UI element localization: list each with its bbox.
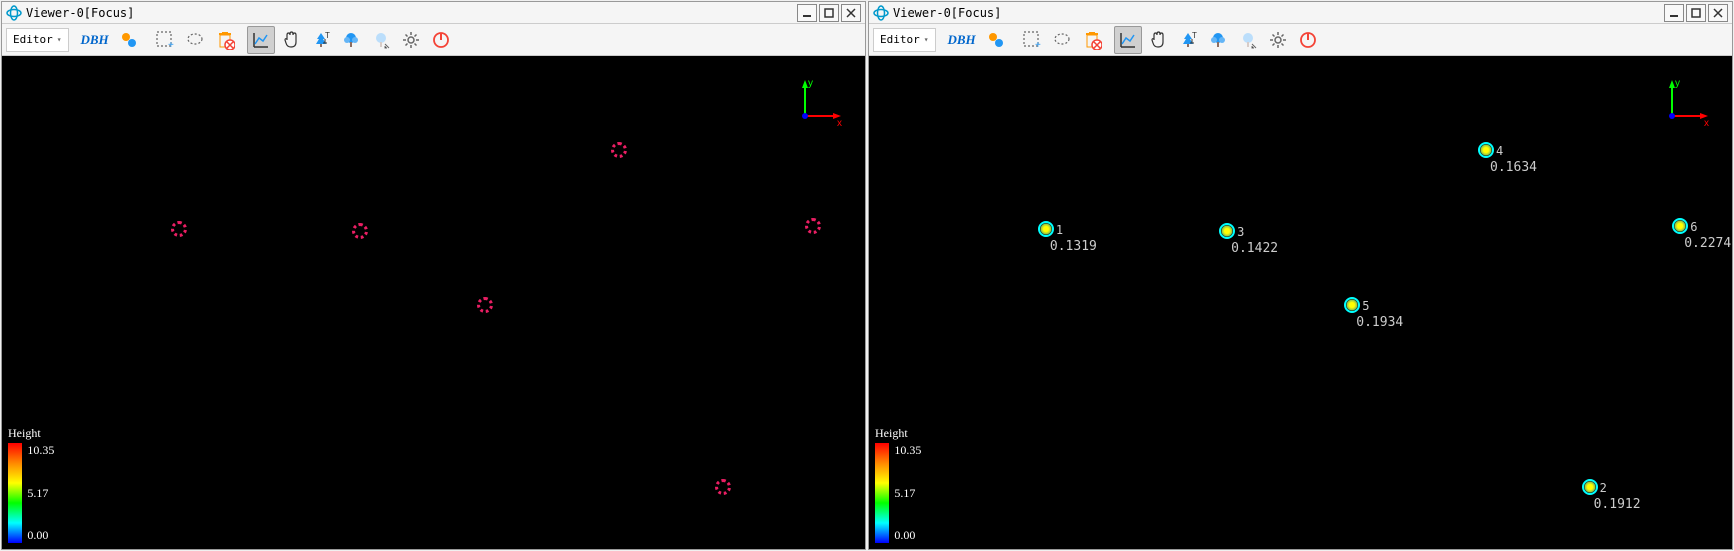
legend-mid: 5.17 [894,486,921,501]
viewer-window: Viewer-0[Focus] Editor DBH + T [868,1,1733,550]
pan-tool[interactable] [1144,26,1172,54]
circles-tool[interactable] [115,26,143,54]
svg-text:x: x [1704,118,1709,126]
point-marker[interactable] [715,479,731,495]
titlebar[interactable]: Viewer-0[Focus] [2,2,865,24]
legend-colorbar [875,443,889,543]
power-button[interactable] [1294,26,1322,54]
height-legend: Height 10.35 5.17 0.00 [875,426,921,543]
minimize-button[interactable] [1664,4,1684,22]
legend-mid: 5.17 [27,486,54,501]
point-marker[interactable] [1478,142,1494,158]
titlebar[interactable]: Viewer-0[Focus] [869,2,1732,24]
point-marker[interactable] [171,221,187,237]
legend-max: 10.35 [27,443,54,458]
point-value: 0.1934 [1356,315,1403,330]
point-marker[interactable] [477,297,493,313]
svg-text:T: T [1192,31,1197,40]
lasso-tool[interactable] [181,26,209,54]
height-legend: Height 10.35 5.17 0.00 [8,426,54,543]
chart-tool[interactable] [247,26,275,54]
delete-tool[interactable] [1078,26,1106,54]
point-marker[interactable] [1038,221,1054,237]
window-title: Viewer-0[Focus] [893,6,1664,20]
close-button[interactable] [841,4,861,22]
settings-button[interactable] [1264,26,1292,54]
legend-max: 10.35 [894,443,921,458]
point-marker[interactable] [1582,479,1598,495]
svg-text:+: + [1035,40,1041,50]
viewer-canvas[interactable]: yx 10.131930.142240.163460.227450.193420… [869,56,1732,549]
svg-text:T: T [325,31,330,40]
tree-export-tool[interactable] [1234,26,1262,54]
svg-text:x: x [837,118,842,126]
editor-dropdown[interactable]: Editor [873,28,936,52]
legend-colorbar [8,443,22,543]
chart-tool[interactable] [1114,26,1142,54]
legend-min: 0.00 [27,528,54,543]
point-marker[interactable] [1672,218,1688,234]
viewer-window: Viewer-0[Focus] Editor DBH + T [1,1,866,550]
point-value: 0.1319 [1050,239,1097,254]
svg-text:+: + [168,40,174,50]
svg-text:y: y [808,78,813,89]
editor-label: Editor [880,33,920,46]
point-value: 0.1634 [1490,160,1537,175]
editor-dropdown[interactable]: Editor [6,28,69,52]
tree-measure-tool[interactable]: T [1174,26,1202,54]
axis-gizmo[interactable]: yx [795,76,845,126]
editor-label: Editor [13,33,53,46]
point-marker[interactable] [611,142,627,158]
viewer-canvas[interactable]: yx Height 10.35 5.17 0.00 [2,56,865,549]
circles-tool[interactable] [982,26,1010,54]
legend-title: Height [875,426,921,441]
tree-measure-tool[interactable]: T [307,26,335,54]
svg-text:y: y [1675,78,1680,89]
point-marker[interactable] [352,223,368,239]
tree-tool[interactable] [1204,26,1232,54]
point-value: 0.1912 [1594,497,1641,512]
point-id: 2 [1600,481,1607,495]
legend-title: Height [8,426,54,441]
add-box-tool[interactable]: + [151,26,179,54]
tree-tool[interactable] [337,26,365,54]
close-button[interactable] [1708,4,1728,22]
app-icon [6,5,22,21]
dbh-button[interactable]: DBH [77,26,113,54]
point-id: 3 [1237,225,1244,239]
point-value: 0.1422 [1231,241,1278,256]
pan-tool[interactable] [277,26,305,54]
window-title: Viewer-0[Focus] [26,6,797,20]
point-id: 4 [1496,144,1503,158]
point-value: 0.2274 [1684,236,1731,251]
tree-export-tool[interactable] [367,26,395,54]
legend-min: 0.00 [894,528,921,543]
maximize-button[interactable] [819,4,839,22]
toolbar: Editor DBH + T [2,24,865,56]
power-button[interactable] [427,26,455,54]
point-id: 5 [1362,299,1369,313]
lasso-tool[interactable] [1048,26,1076,54]
delete-tool[interactable] [211,26,239,54]
point-marker[interactable] [805,218,821,234]
add-box-tool[interactable]: + [1018,26,1046,54]
point-id: 1 [1056,223,1063,237]
point-marker[interactable] [1219,223,1235,239]
app-icon [873,5,889,21]
point-id: 6 [1690,220,1697,234]
dbh-button[interactable]: DBH [944,26,980,54]
point-marker[interactable] [1344,297,1360,313]
toolbar: Editor DBH + T [869,24,1732,56]
minimize-button[interactable] [797,4,817,22]
settings-button[interactable] [397,26,425,54]
axis-gizmo[interactable]: yx [1662,76,1712,126]
maximize-button[interactable] [1686,4,1706,22]
